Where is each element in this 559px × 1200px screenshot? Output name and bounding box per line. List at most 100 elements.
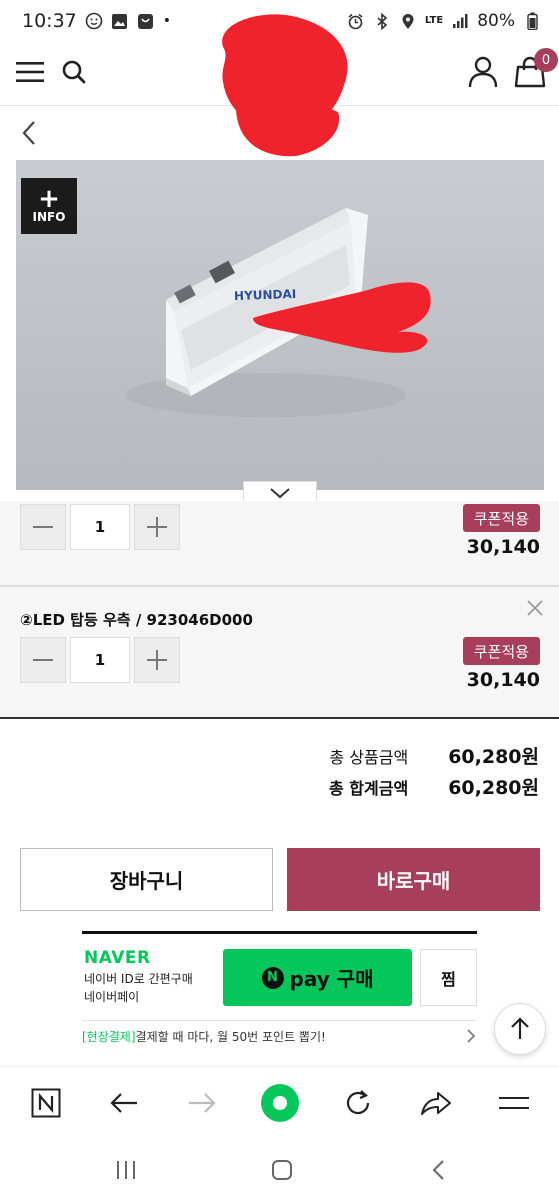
naverpay-desc-line: 네이버 ID로 간편구매 [84,972,193,986]
account-button[interactable] [461,50,505,94]
share-icon [421,1092,451,1115]
refresh-button[interactable] [338,1083,378,1123]
option-name: ②LED 탑등 우측 / 923046D000 [20,611,253,629]
naver-n-icon [31,1088,61,1118]
gallery-icon [111,12,129,30]
page-subbar [0,103,559,160]
quantity-stepper: 1 [20,504,180,550]
chevron-down-icon [270,487,290,498]
expand-toggle[interactable] [243,481,317,503]
product-total-row: 총 상품금액 60,280원 [330,742,540,769]
naverpay-buy-button[interactable]: N pay 구매 [223,949,412,1006]
product-total-label: 총 상품금액 [329,748,409,767]
arrow-right-icon [189,1093,216,1113]
minus-icon [33,526,53,528]
arrow-up-icon [511,1017,529,1039]
chevron-left-icon [22,121,35,145]
naverpay-promo-link[interactable]: [현장결제]결제할 때 마다, 월 50번 포인트 뽑기! [82,1028,326,1045]
info-label: INFO [32,210,66,224]
naver-logo: NAVER [84,948,151,968]
increase-button[interactable] [134,504,180,550]
option-row: ②LED 탑등 우측 / 923046D000 1 쿠폰적용 30,140 [0,587,559,717]
product-total-value: 60,280원 [448,746,539,768]
browser-back-button[interactable] [104,1083,144,1123]
browser-forward-button[interactable] [182,1083,222,1123]
minus-icon [33,659,53,661]
quantity-stepper: 1 [20,637,180,683]
naverpay-description: 네이버 ID로 간편구매 네이버페이 [84,970,193,1006]
divider [82,1020,477,1021]
recent-apps-icon [117,1161,135,1179]
back-arrow-icon [432,1160,444,1180]
battery-icon [523,12,541,30]
naver-n-icon: N [261,966,284,989]
share-button[interactable] [416,1083,456,1123]
info-button[interactable]: + INFO [21,178,77,234]
search-button[interactable] [52,50,96,94]
hamburger-icon [16,62,44,82]
home-button[interactable] [264,1152,300,1188]
browser-menu-button[interactable] [494,1083,534,1123]
naverpay-buy-label: pay 구매 [289,967,374,991]
coupon-apply-button[interactable]: 쿠폰적용 [462,637,540,665]
arrow-left-icon [110,1093,137,1113]
location-icon [399,12,417,30]
totals-divider [0,717,559,719]
redacted-scribble [253,282,431,353]
cart-count-badge: 0 [534,48,558,72]
browser-toolbar [0,1066,559,1140]
plus-icon [147,517,167,537]
naverpay-divider [82,931,477,934]
cart-button[interactable]: 0 [508,48,558,94]
network-type: LTE [424,15,444,26]
system-back-button[interactable] [420,1152,456,1188]
user-icon [468,56,498,88]
naver-home-button[interactable] [26,1083,66,1123]
grand-total-label: 총 합계금액 [329,779,409,798]
refresh-icon [346,1090,370,1115]
naverpay-desc-line: 네이버페이 [84,990,140,1004]
menu-button[interactable] [8,50,52,94]
redacted-scribble [236,103,340,157]
quantity-input[interactable]: 1 [70,504,130,550]
buy-now-button[interactable]: 바로구매 [287,848,540,911]
decrease-button[interactable] [20,504,66,550]
search-icon [62,60,86,84]
grand-total-value: 60,280원 [448,777,539,799]
remove-option-button[interactable] [527,597,543,622]
chevron-right-icon[interactable] [466,1028,476,1049]
signal-icon [451,12,469,30]
bluetooth-icon [373,12,391,30]
menu-lines-icon [499,1097,529,1109]
selected-options: 1 쿠폰적용 30,140 ②LED 탑등 우측 / 923046D000 1 … [0,501,559,717]
quantity-input[interactable]: 1 [70,637,130,683]
promo-tag: [현장결제] [82,1030,136,1044]
close-icon [527,600,543,616]
green-dot-icon [261,1084,299,1122]
product-image[interactable]: HYUNDAI + INFO [16,160,544,490]
wishlist-button[interactable]: 찜 [420,949,477,1006]
promo-text: 결제할 때 마다, 월 50번 포인트 뽑기! [135,1030,326,1044]
add-to-cart-button[interactable]: 장바구니 [20,848,273,911]
increase-button[interactable] [134,637,180,683]
shopping-app-icon [137,12,155,30]
grand-total-row: 총 합계금액 60,280원 [329,773,539,800]
back-button[interactable] [12,116,46,150]
home-icon [272,1160,292,1180]
notification-face-icon [85,12,103,30]
decrease-button[interactable] [20,637,66,683]
green-dot-button[interactable] [260,1083,300,1123]
clock: 10:37 [22,10,77,32]
option-row: 1 쿠폰적용 30,140 [0,501,559,585]
battery-percent: 80% [477,11,515,31]
system-nav-bar [0,1140,559,1200]
plus-icon [147,650,167,670]
site-header: 0 [0,14,559,131]
coupon-apply-button[interactable]: 쿠폰적용 [462,504,540,532]
option-price: 30,140 [466,669,540,691]
scroll-to-top-button[interactable] [494,1003,546,1055]
option-price: 30,140 [466,536,540,558]
recent-apps-button[interactable] [108,1152,144,1188]
plus-icon: + [38,184,60,214]
more-notifications-dot: • [162,13,172,29]
